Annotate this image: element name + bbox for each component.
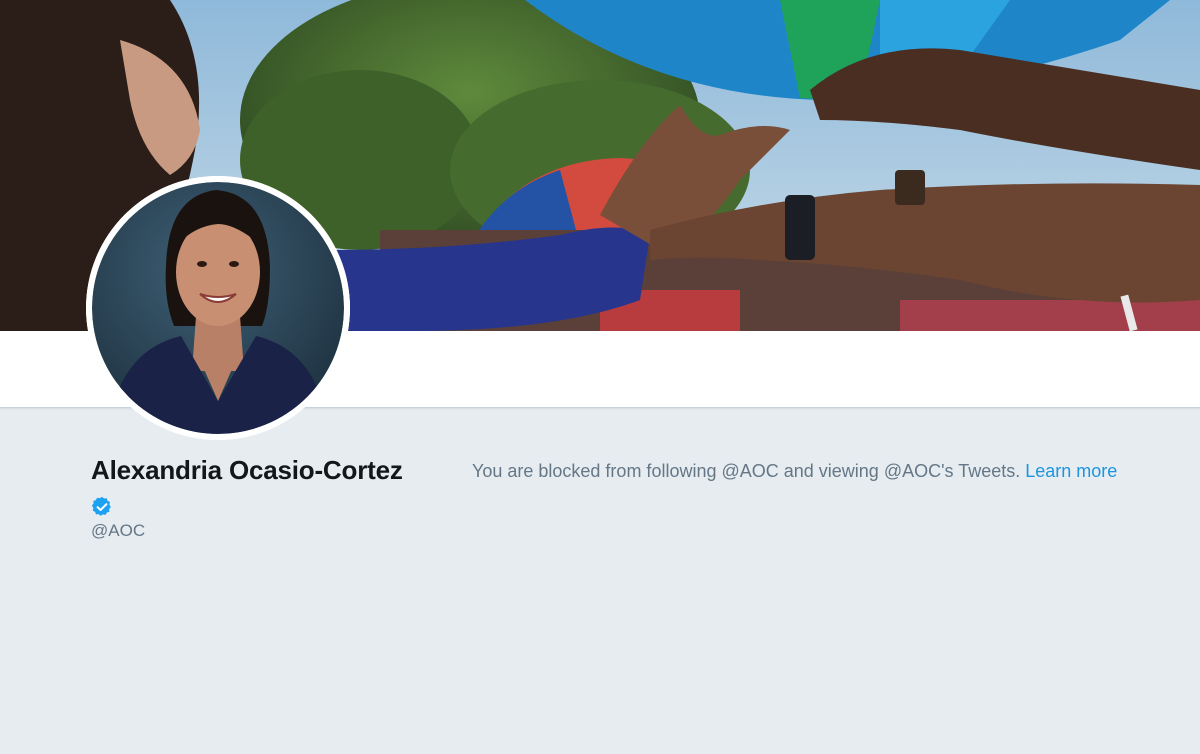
- profile-name[interactable]: Alexandria Ocasio-Cortez: [91, 455, 403, 486]
- blocked-notice-text: You are blocked from following @AOC and …: [472, 461, 1021, 481]
- avatar-image: [86, 176, 350, 440]
- profile-handle[interactable]: @AOC: [91, 521, 145, 541]
- profile-avatar[interactable]: [86, 176, 350, 440]
- verified-badge-icon: [91, 496, 111, 516]
- blocked-notice: You are blocked from following @AOC and …: [472, 461, 1117, 482]
- profile-page: Alexandria Ocasio-Cortez @AOC You are bl…: [0, 0, 1200, 754]
- learn-more-link[interactable]: Learn more: [1025, 461, 1117, 481]
